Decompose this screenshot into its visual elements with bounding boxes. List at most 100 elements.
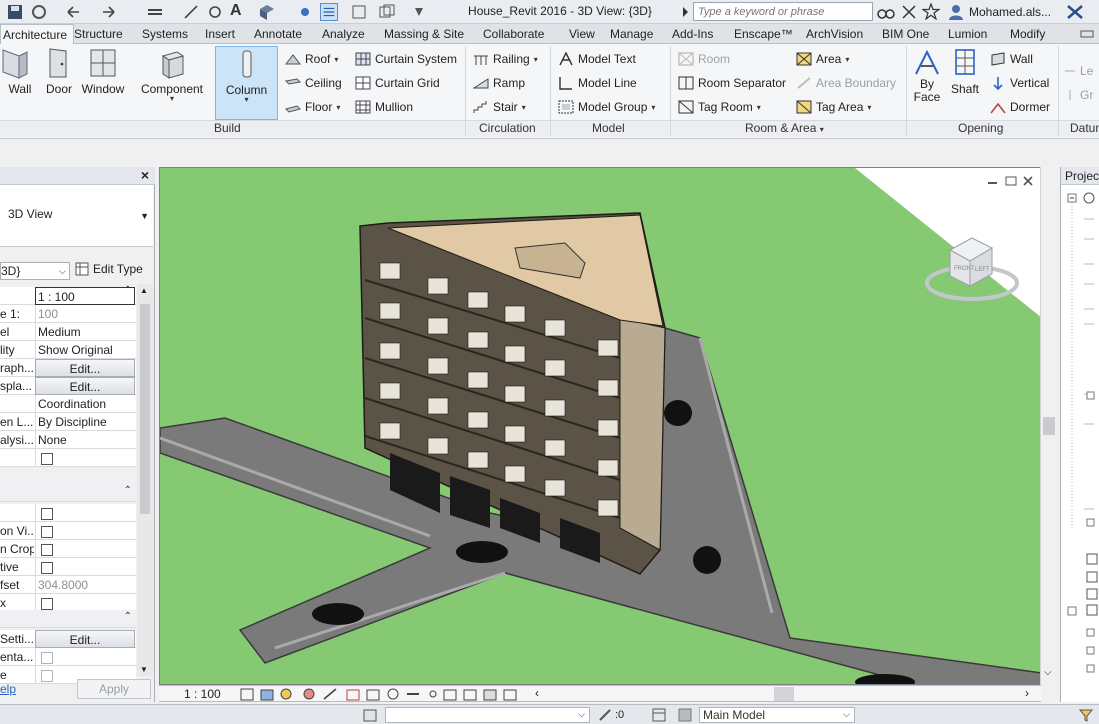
user-icon[interactable] [947,3,965,21]
window-button[interactable]: Window [80,46,126,96]
collapse-icon[interactable]: ⌃ [124,485,132,496]
search-input[interactable] [693,2,873,21]
curtain-system-button[interactable]: Curtain System [355,50,457,68]
scrollbar-thumb[interactable] [140,304,150,514]
property-checkbox[interactable] [41,598,53,610]
settings-dropdown-icon[interactable] [410,3,428,21]
stair-button[interactable]: Stair ▾ [473,98,526,116]
dormer-button[interactable]: Dormer [990,98,1050,116]
by-face-button[interactable]: By Face [910,46,944,104]
tab-massing-site[interactable]: Massing & Site [384,27,464,41]
property-value[interactable] [35,558,135,576]
scroll-right-icon[interactable]: › [1025,686,1029,700]
subscription-icon[interactable] [900,4,918,20]
wall-button[interactable]: Wall [0,46,32,96]
property-value[interactable]: None [35,431,135,449]
exchange-apps-icon[interactable] [1066,4,1084,20]
floor-button[interactable]: Floor ▾ [285,98,340,116]
property-value[interactable]: 304.8000 [35,576,135,594]
tab-analyze[interactable]: Analyze [322,27,365,41]
switch-windows-icon[interactable] [378,3,396,21]
3d-view-icon[interactable] [258,3,276,21]
active-workset-dropdown[interactable]: ⌵ [385,707,590,723]
tab-archvision[interactable]: ArchVision [806,27,863,41]
railing-button[interactable]: Railing ▾ [473,50,538,68]
level-button[interactable]: Le [1064,62,1093,80]
scroll-down-icon[interactable]: ⌵ [1044,667,1052,678]
property-value[interactable]: Show Original [35,341,135,359]
tab-architecture[interactable]: Architecture [0,24,75,45]
tab-systems[interactable]: Systems [142,27,188,41]
property-checkbox[interactable] [41,526,53,538]
property-checkbox[interactable] [41,670,53,682]
property-group-header[interactable]: ⌃ [0,610,136,628]
tab-manage[interactable]: Manage [610,27,653,41]
property-value[interactable]: By Discipline [35,413,135,431]
properties-help-link[interactable]: elp [0,682,16,696]
vertical-scrollbar[interactable]: ⌵ [1040,167,1056,685]
property-value[interactable]: Edit... [35,377,135,395]
mullion-button[interactable]: Mullion [355,98,413,116]
scroll-left-icon[interactable]: ‹ [535,686,539,700]
room-button[interactable]: Room [678,50,730,68]
3d-scene[interactable]: FRONT LEFT [160,168,1041,685]
undo-icon[interactable] [64,3,82,21]
property-group-header[interactable]: ⌃ [0,484,136,502]
favorites-star-icon[interactable] [922,3,940,20]
component-button[interactable]: Component ▾ [137,46,207,103]
binoculars-icon[interactable] [877,4,895,20]
area-button[interactable]: Area ▾ [796,50,849,68]
filter-icon[interactable] [1078,707,1094,723]
view-scale[interactable]: 1 : 100 [184,687,221,701]
type-selector[interactable]: 3D View ▼ [0,185,153,247]
close-hidden-icon[interactable] [350,3,368,21]
section-icon[interactable] [296,3,314,21]
tab-collaborate[interactable]: Collaborate [483,27,544,41]
room-separator-button[interactable]: Room Separator [678,74,786,92]
measure-icon[interactable] [146,3,164,21]
property-value[interactable]: Coordination [35,395,135,413]
grid-button[interactable]: Gr [1064,86,1093,104]
property-value[interactable]: 100 [35,305,135,323]
model-text-button[interactable]: Model Text [558,50,636,68]
collapse-icon[interactable]: ⌃ [124,611,132,622]
apply-button[interactable]: Apply [77,679,151,699]
property-value[interactable] [35,648,135,666]
roof-button[interactable]: Roof ▾ [285,50,338,68]
scroll-down-icon[interactable]: ▼ [140,665,148,674]
property-value[interactable] [35,540,135,558]
close-icon[interactable]: × [141,167,149,183]
thin-lines-icon[interactable] [320,3,338,21]
property-checkbox[interactable] [41,508,53,520]
edit-type-button[interactable]: Edit Type [75,262,143,276]
property-value[interactable] [35,504,135,522]
model-group-button[interactable]: Model Group ▾ [558,98,655,116]
property-value[interactable]: Edit... [35,630,135,648]
tab-annotate[interactable]: Annotate [254,27,302,41]
property-value[interactable] [35,522,135,540]
sync-icon[interactable] [30,3,48,21]
property-checkbox[interactable] [41,453,53,465]
vertical-opening-button[interactable]: Vertical [990,74,1049,92]
room-area-panel-label[interactable]: Room & Area ▾ [745,121,824,135]
worksets-icon[interactable] [362,707,378,723]
text-icon[interactable]: A [230,2,248,20]
model-line-button[interactable]: Model Line [558,74,637,92]
design-options-icon[interactable] [652,708,666,722]
tab-modify[interactable]: Modify [1010,27,1045,41]
tab-structure[interactable]: Structure [74,27,123,41]
column-button[interactable]: Column ▾ [215,46,278,120]
3d-viewport[interactable]: FRONT LEFT [159,167,1041,685]
wall-opening-button[interactable]: Wall [990,50,1033,68]
tab-bim-one[interactable]: BIM One [882,27,929,41]
curtain-grid-button[interactable]: Curtain Grid [355,74,440,92]
tag-room-button[interactable]: Tag Room ▾ [678,98,761,116]
redo-icon[interactable] [100,3,118,21]
tag-area-button[interactable]: Tag Area ▾ [796,98,871,116]
property-value[interactable] [35,449,135,467]
properties-scrollbar[interactable]: ▲ ▼ [137,284,153,676]
design-option-dropdown[interactable]: Main Model ⌵ [699,707,855,723]
tab-add-ins[interactable]: Add-Ins [672,27,713,41]
tab-insert[interactable]: Insert [205,27,235,41]
property-value[interactable]: Edit... [35,359,135,377]
